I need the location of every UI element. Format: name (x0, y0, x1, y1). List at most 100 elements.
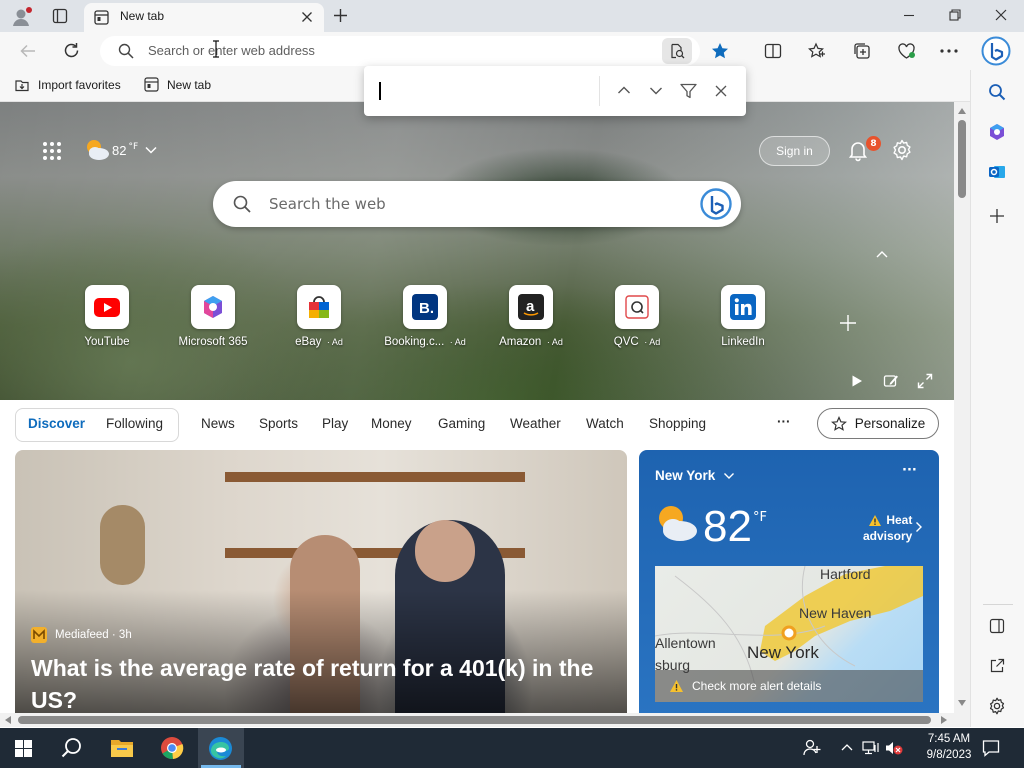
import-favorites-link[interactable]: Import favorites (14, 77, 121, 93)
favorite-new-tab-link[interactable]: New tab (144, 77, 211, 92)
add-quicklink-icon[interactable] (839, 314, 857, 332)
tab-discover[interactable]: Discover (28, 416, 85, 431)
notification-center-icon[interactable] (982, 739, 1000, 757)
scroll-left-arrow-icon[interactable] (5, 716, 11, 724)
browser-essentials-icon[interactable] (897, 42, 916, 60)
article-headline[interactable]: What is the average rate of return for a… (31, 652, 621, 713)
category-gaming[interactable]: Gaming (438, 416, 485, 431)
quicklink-qvc[interactable]: QVC · Ad (592, 285, 682, 348)
collections-icon[interactable] (853, 42, 871, 60)
web-search-placeholder: Search the web (269, 195, 386, 213)
previous-result-icon[interactable] (617, 85, 631, 95)
article-image-shelf (225, 472, 525, 482)
collapse-chevron-up-icon[interactable] (876, 250, 888, 258)
refresh-icon[interactable] (62, 41, 81, 60)
vertical-scroll-thumb[interactable] (958, 120, 966, 198)
vertical-scrollbar[interactable] (954, 102, 970, 713)
sidebar-add-icon[interactable] (989, 208, 1005, 224)
favorites-icon[interactable] (808, 42, 826, 60)
find-input[interactable] (376, 76, 598, 106)
category-money[interactable]: Money (371, 416, 412, 431)
sidebar-external-link-icon[interactable] (989, 658, 1005, 674)
close-window-icon[interactable] (995, 9, 1007, 21)
scroll-up-arrow-icon[interactable] (958, 108, 966, 114)
quicklink-youtube[interactable]: YouTube (62, 285, 152, 348)
clock-date: 9/8/2023 (926, 749, 972, 761)
new-tab-icon[interactable] (333, 8, 348, 23)
sidebar-settings-gear-icon[interactable] (988, 697, 1006, 715)
close-find-icon[interactable] (715, 85, 727, 97)
hero-weather-widget[interactable]: 82 °F (84, 138, 158, 162)
warning-icon (869, 514, 882, 526)
sidebar-panel-icon[interactable] (989, 618, 1005, 634)
svg-text:a: a (526, 298, 535, 315)
restore-icon[interactable] (949, 9, 961, 21)
article-card[interactable]: Mediafeed · 3h What is the average rate … (15, 450, 627, 713)
taskbar-clock[interactable]: 7:45 AM 9/8/2023 (913, 731, 985, 763)
people-icon[interactable] (803, 738, 821, 758)
taskbar-edge-button[interactable] (198, 728, 244, 768)
personalize-button[interactable]: Personalize (817, 408, 939, 439)
feed-more-button[interactable]: ··· (777, 414, 791, 429)
back-icon[interactable] (19, 42, 37, 60)
weather-card[interactable]: New York ··· 82 °F Heat advisory Hartfor… (639, 450, 939, 713)
profile-icon[interactable] (10, 6, 32, 28)
bing-copilot-icon[interactable] (981, 36, 1011, 66)
web-search-box[interactable]: Search the web (213, 181, 741, 227)
quicklink-microsoft-365[interactable]: Microsoft 365 (168, 285, 258, 348)
split-screen-icon[interactable] (764, 42, 782, 60)
chrome-icon[interactable] (160, 736, 184, 760)
scroll-down-arrow-icon[interactable] (958, 700, 966, 706)
partly-sunny-icon (87, 140, 109, 160)
search-icon (118, 43, 134, 59)
close-tab-icon[interactable] (301, 11, 313, 23)
settings-more-icon[interactable] (940, 49, 958, 53)
find-on-page-icon[interactable] (662, 38, 692, 64)
category-shopping[interactable]: Shopping (649, 416, 706, 431)
volume-muted-icon[interactable] (885, 740, 903, 756)
category-play[interactable]: Play (322, 416, 348, 431)
favorite-star-icon[interactable] (711, 42, 729, 60)
quicklink-amazon[interactable]: a Amazon · Ad (486, 285, 576, 348)
apps-launcher-icon[interactable] (42, 141, 62, 161)
network-icon[interactable] (862, 740, 880, 756)
next-result-icon[interactable] (649, 86, 663, 96)
horizontal-scroll-thumb[interactable] (18, 716, 931, 724)
expand-icon[interactable] (917, 373, 933, 389)
taskbar-search-icon[interactable] (61, 737, 83, 759)
page-settings-gear-icon[interactable] (891, 139, 913, 161)
sidebar-search-icon[interactable] (988, 83, 1006, 101)
weather-location[interactable]: New York (655, 468, 735, 483)
page-content: 82 °F Sign in 8 Search the web YouTube M… (0, 102, 954, 713)
address-bar[interactable]: Search or enter web address (100, 36, 728, 66)
category-sports[interactable]: Sports (259, 416, 298, 431)
sign-in-button[interactable]: Sign in (759, 136, 830, 166)
background-info-icon[interactable] (883, 373, 899, 389)
alert-details-bar[interactable]: Check more alert details (655, 670, 923, 702)
find-filter-icon[interactable] (680, 83, 697, 99)
tab-actions-icon[interactable] (52, 8, 68, 24)
file-explorer-icon[interactable] (110, 737, 134, 759)
sidebar-outlook-icon[interactable] (988, 163, 1006, 181)
minimize-icon[interactable] (903, 9, 915, 21)
play-background-icon[interactable] (850, 374, 864, 388)
windows-start-icon[interactable] (15, 740, 32, 757)
sidebar-microsoft-365-icon[interactable] (988, 123, 1006, 141)
chevron-right-icon[interactable] (915, 521, 923, 533)
quicklink-booking[interactable]: B. Booking.c... · Ad (380, 285, 470, 348)
tab-new-tab[interactable]: New tab (84, 3, 324, 32)
tab-following[interactable]: Following (106, 416, 163, 431)
edge-icon (208, 736, 233, 761)
scroll-right-arrow-icon[interactable] (941, 716, 947, 724)
category-news[interactable]: News (201, 416, 235, 431)
tray-chevron-up-icon[interactable] (841, 743, 853, 751)
weather-more-button[interactable]: ··· (902, 463, 917, 478)
quicklink-ebay[interactable]: eBay · Ad (274, 285, 364, 348)
bing-chat-icon[interactable] (700, 188, 732, 220)
heat-advisory-link[interactable]: Heat advisory (863, 512, 912, 544)
qvc-icon (615, 285, 659, 329)
category-weather[interactable]: Weather (510, 416, 561, 431)
quicklink-linkedin[interactable]: LinkedIn (698, 285, 788, 348)
horizontal-scrollbar[interactable] (0, 713, 970, 727)
category-watch[interactable]: Watch (586, 416, 624, 431)
